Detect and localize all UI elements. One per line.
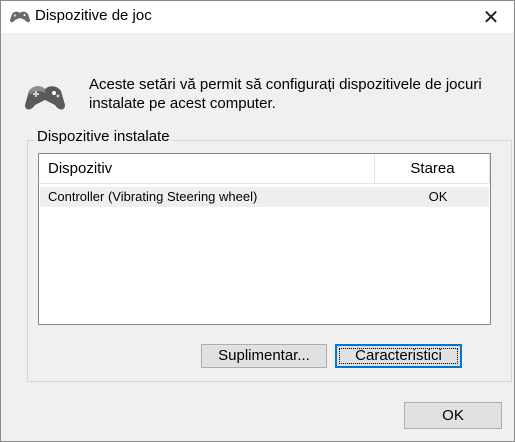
gamepad-icon [10,11,30,23]
group-title: Dispozitive instalate [34,128,173,145]
column-header-device[interactable]: Dispozitiv [39,154,375,183]
ok-button[interactable]: OK [404,402,502,429]
intro-description: Aceste setări vă permit să configurați d… [89,76,482,112]
game-controllers-dialog: Dispozitive de joc ✕ Aceste setări vă pe… [0,0,515,442]
close-button[interactable]: ✕ [468,1,514,33]
devices-list[interactable]: Dispozitiv Starea Controller (Vibrating … [38,153,491,325]
device-name: Controller (Vibrating Steering wheel) [48,189,258,204]
title-bar: Dispozitive de joc ✕ [1,1,514,33]
device-status: OK [428,189,448,204]
properties-button[interactable]: Caracteristici [335,344,462,368]
advanced-button[interactable]: Suplimentar... [201,344,327,368]
focus-rectangle [339,348,458,364]
list-item[interactable]: Controller (Vibrating Steering wheel) OK [40,187,489,207]
list-header: Dispozitiv Starea [39,154,490,184]
gamepad-icon [25,86,65,110]
window-title: Dispozitive de joc [35,7,152,24]
column-header-status[interactable]: Starea [376,154,490,183]
